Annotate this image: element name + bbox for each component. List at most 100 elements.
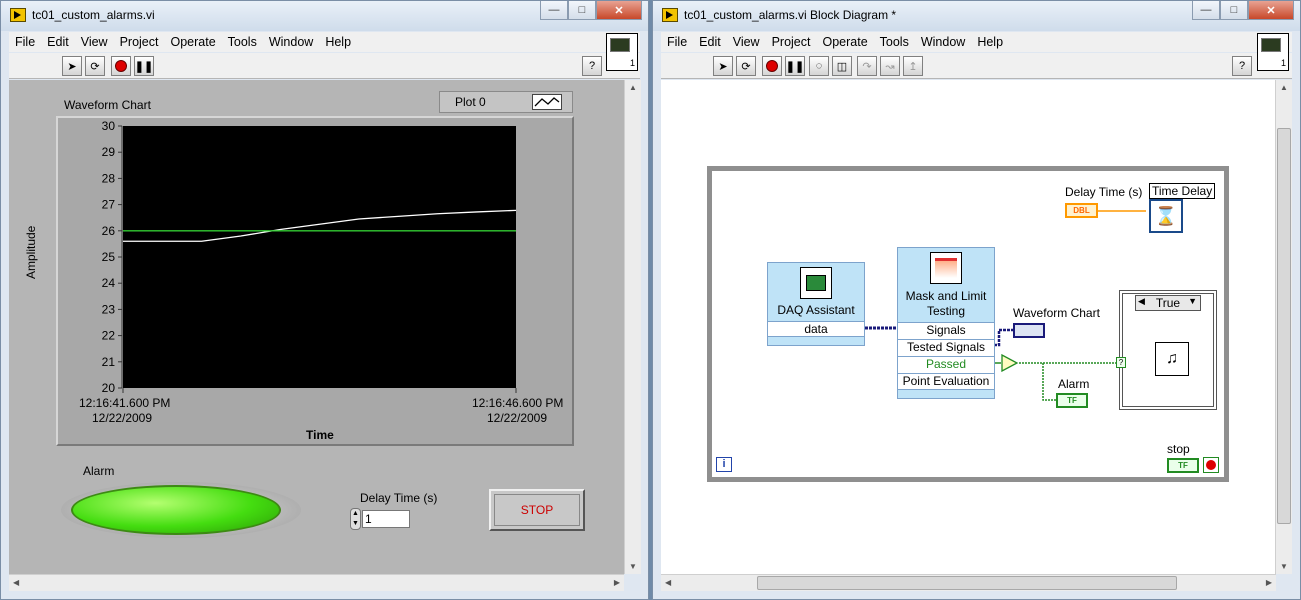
menu-file[interactable]: File — [667, 35, 687, 49]
vertical-scroll-thumb[interactable] — [1277, 128, 1291, 524]
step-into-icon[interactable]: ↷ — [857, 56, 877, 76]
case-structure[interactable]: ◀ True ▼ ♫ — [1119, 290, 1217, 410]
chart-legend[interactable]: Plot 0 — [439, 91, 573, 113]
bd-alarm-label: Alarm — [1058, 377, 1090, 391]
front-panel-vertical-scrollbar[interactable]: ▲ ▼ — [624, 80, 641, 574]
menu-project[interactable]: Project — [772, 35, 811, 49]
maximize-button[interactable]: □ — [568, 1, 596, 20]
alarm-tf-terminal[interactable]: TF — [1056, 393, 1088, 408]
mask-port-signals[interactable]: Signals — [898, 322, 994, 339]
mask-limit-testing-node[interactable]: Mask and Limit Testing Signals Tested Si… — [897, 247, 995, 399]
context-help-icon[interactable]: ? — [582, 56, 602, 76]
close-button[interactable]: ✕ — [1248, 1, 1294, 20]
close-button[interactable]: ✕ — [596, 1, 642, 20]
mask-port-tested-signals[interactable]: Tested Signals — [898, 339, 994, 356]
menu-help[interactable]: Help — [325, 35, 351, 49]
y-tick-label: 29 — [102, 145, 116, 159]
context-help-icon[interactable]: ? — [1232, 56, 1252, 76]
daq-output-data[interactable]: data — [768, 321, 864, 337]
front-panel-window: tc01_custom_alarms.vi — □ ✕ File Edit Vi… — [0, 0, 649, 600]
horizontal-scroll-thumb[interactable] — [757, 576, 1177, 590]
y-tick-label: 24 — [102, 276, 116, 290]
delay-time-input[interactable]: 1 — [362, 510, 410, 528]
front-panel-title: tc01_custom_alarms.vi — [32, 8, 155, 22]
block-diagram-horizontal-scrollbar[interactable]: ◀ ▶ — [661, 574, 1276, 591]
beep-sound-icon: ♫ — [1155, 342, 1189, 376]
retain-wire-values-icon[interactable]: ◫ — [832, 56, 852, 76]
step-out-icon[interactable]: ↥ — [903, 56, 923, 76]
waveform-chart-terminal-icon[interactable] — [1013, 323, 1045, 338]
abort-execution-icon[interactable] — [111, 56, 131, 76]
bd-waveform-chart-label: Waveform Chart — [1013, 306, 1100, 320]
pause-icon[interactable]: ❚❚ — [134, 56, 154, 76]
abort-execution-icon[interactable] — [762, 56, 782, 76]
run-arrow-icon[interactable]: ➤ — [713, 56, 733, 76]
case-selector[interactable]: ◀ True ▼ — [1135, 295, 1201, 311]
daq-assistant-icon — [800, 267, 832, 299]
legend-plot-name: Plot 0 — [455, 95, 486, 109]
block-diagram-window: tc01_custom_alarms.vi Block Diagram * — … — [652, 0, 1301, 600]
minimize-button[interactable]: — — [1192, 1, 1220, 20]
front-panel-titlebar[interactable]: tc01_custom_alarms.vi — □ ✕ — [1, 1, 648, 31]
vi-connector-icon[interactable]: 1 — [1257, 33, 1289, 71]
menu-edit[interactable]: Edit — [699, 35, 721, 49]
chart-label: Waveform Chart — [64, 98, 151, 112]
case-selector-terminal[interactable]: ? — [1116, 357, 1126, 368]
loop-condition-stop-icon[interactable] — [1203, 457, 1219, 473]
y-tick-label: 21 — [102, 355, 116, 369]
step-over-icon[interactable]: ↝ — [880, 56, 900, 76]
menu-tools[interactable]: Tools — [228, 35, 257, 49]
menu-operate[interactable]: Operate — [170, 35, 215, 49]
run-continuously-icon[interactable]: ⟳ — [85, 56, 105, 76]
stop-tf-terminal[interactable]: TF — [1167, 458, 1199, 473]
block-diagram-menubar: File Edit View Project Operate Tools Win… — [661, 32, 1292, 52]
menu-view[interactable]: View — [733, 35, 760, 49]
plot-area[interactable] — [123, 126, 516, 388]
block-diagram-vertical-scrollbar[interactable]: ▲ ▼ — [1275, 80, 1292, 574]
run-arrow-icon[interactable]: ➤ — [62, 56, 82, 76]
x-start-time: 12:16:41.600 PM — [79, 396, 171, 410]
menu-edit[interactable]: Edit — [47, 35, 69, 49]
not-gate-icon[interactable] — [1001, 354, 1021, 372]
menu-file[interactable]: File — [15, 35, 35, 49]
hourglass-icon[interactable]: ⌛ — [1149, 199, 1183, 233]
front-panel-horizontal-scrollbar[interactable]: ◀ ▶ — [9, 574, 624, 591]
alarm-label: Alarm — [83, 464, 115, 478]
y-tick-label: 28 — [102, 171, 116, 185]
mask-port-point-evaluation[interactable]: Point Evaluation — [898, 373, 994, 390]
menu-project[interactable]: Project — [120, 35, 159, 49]
stop-button[interactable]: STOP — [489, 489, 585, 531]
y-tick-label: 26 — [102, 224, 116, 238]
case-selector-value: True — [1155, 296, 1181, 310]
block-diagram-titlebar[interactable]: tc01_custom_alarms.vi Block Diagram * — … — [653, 1, 1300, 31]
menu-window[interactable]: Window — [921, 35, 965, 49]
pause-icon[interactable]: ❚❚ — [785, 56, 805, 76]
delay-time-dbl-terminal[interactable]: DBL — [1065, 203, 1098, 218]
run-continuously-icon[interactable]: ⟳ — [736, 56, 756, 76]
menu-window[interactable]: Window — [269, 35, 313, 49]
legend-plot-swatch-icon[interactable] — [532, 94, 562, 110]
daq-assistant-label: DAQ Assistant — [777, 303, 855, 317]
delay-increment-decrement-icon[interactable]: ▲ ▼ — [350, 508, 361, 530]
mask-limit-testing-label: Mask and Limit Testing — [905, 289, 987, 318]
menu-tools[interactable]: Tools — [880, 35, 909, 49]
maximize-button[interactable]: □ — [1220, 1, 1248, 20]
x-axis-label: Time — [306, 428, 334, 442]
menu-operate[interactable]: Operate — [822, 35, 867, 49]
bd-stop-label: stop — [1167, 442, 1190, 456]
y-tick-label: 25 — [102, 250, 116, 264]
vi-connector-icon[interactable]: 1 — [606, 33, 638, 71]
mask-limit-testing-icon — [930, 252, 962, 284]
minimize-button[interactable]: — — [540, 1, 568, 20]
mask-port-passed[interactable]: Passed — [898, 356, 994, 373]
menu-help[interactable]: Help — [977, 35, 1003, 49]
highlight-execution-bulb-icon[interactable]: ◌ — [809, 56, 829, 76]
stop-button-label: STOP — [494, 494, 580, 526]
labview-vi-icon — [662, 8, 678, 22]
block-diagram-title: tc01_custom_alarms.vi Block Diagram * — [684, 8, 897, 22]
bd-delay-time-label: Delay Time (s) — [1065, 185, 1143, 199]
daq-assistant-node[interactable]: DAQ Assistant data — [767, 262, 865, 346]
menu-view[interactable]: View — [81, 35, 108, 49]
block-diagram-toolbar: ➤ ⟳ ❚❚ ◌ ◫ ↷ ↝ ↥ ? — [661, 53, 1292, 79]
alarm-led[interactable] — [71, 485, 281, 535]
